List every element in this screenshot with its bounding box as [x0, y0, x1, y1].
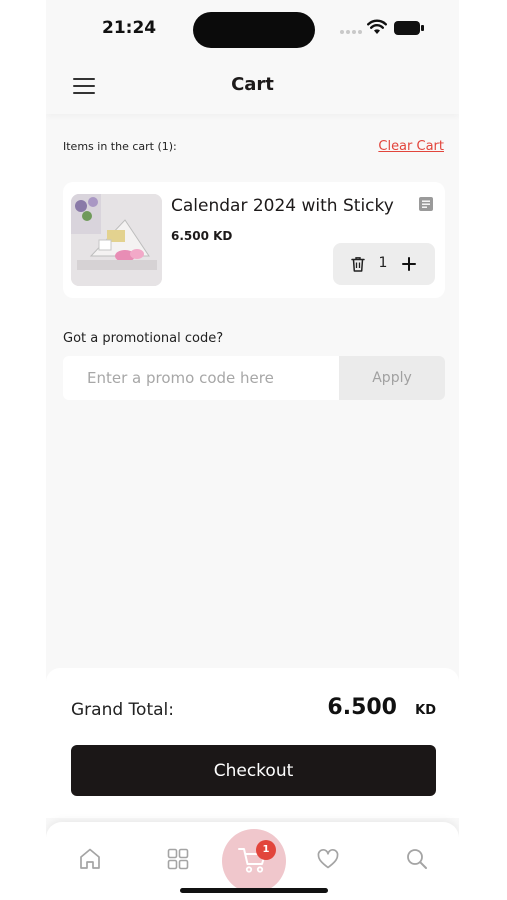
home-icon[interactable] — [77, 846, 103, 872]
dynamic-island — [193, 12, 315, 48]
search-icon[interactable] — [404, 846, 430, 872]
clear-cart-link[interactable]: Clear Cart — [378, 139, 444, 154]
quantity-value: 1 — [378, 255, 388, 271]
grand-total-label: Grand Total: — [71, 700, 174, 720]
note-icon[interactable] — [418, 196, 434, 212]
wifi-icon — [367, 19, 387, 34]
product-name[interactable]: Calendar 2024 with Sticky — [171, 196, 394, 216]
plus-icon[interactable] — [401, 256, 417, 272]
cart-item-card: Calendar 2024 with Sticky 6.500 KD 1 — [63, 182, 445, 298]
nav-cart-button[interactable]: 1 — [222, 829, 286, 893]
order-summary-panel: Grand Total: 6.500 KD Checkout — [46, 668, 459, 818]
home-indicator — [180, 888, 328, 893]
cart-count-badge: 1 — [256, 840, 276, 860]
battery-icon — [394, 21, 424, 35]
categories-grid-icon[interactable] — [165, 846, 191, 872]
cellular-signal-icon — [340, 30, 362, 34]
heart-icon[interactable] — [315, 846, 341, 872]
promo-code-label: Got a promotional code? — [63, 331, 224, 346]
apply-promo-button[interactable]: Apply — [339, 356, 445, 400]
product-image[interactable] — [71, 194, 162, 286]
top-header: Cart — [46, 60, 459, 114]
promo-code-input[interactable] — [63, 356, 339, 400]
checkout-button[interactable]: Checkout — [71, 745, 436, 796]
product-price: 6.500 KD — [171, 229, 233, 243]
grand-total-currency: KD — [415, 703, 436, 718]
app-screen: 21:24 Cart Items in the cart (1): Clear … — [46, 0, 459, 900]
items-count-label: Items in the cart (1): — [63, 140, 177, 153]
quantity-stepper: 1 — [333, 243, 435, 285]
status-time: 21:24 — [102, 18, 157, 38]
bottom-navigation: 1 — [46, 822, 459, 900]
trash-icon[interactable] — [349, 255, 367, 273]
grand-total-amount: 6.500 — [327, 695, 397, 720]
page-title: Cart — [231, 74, 274, 95]
